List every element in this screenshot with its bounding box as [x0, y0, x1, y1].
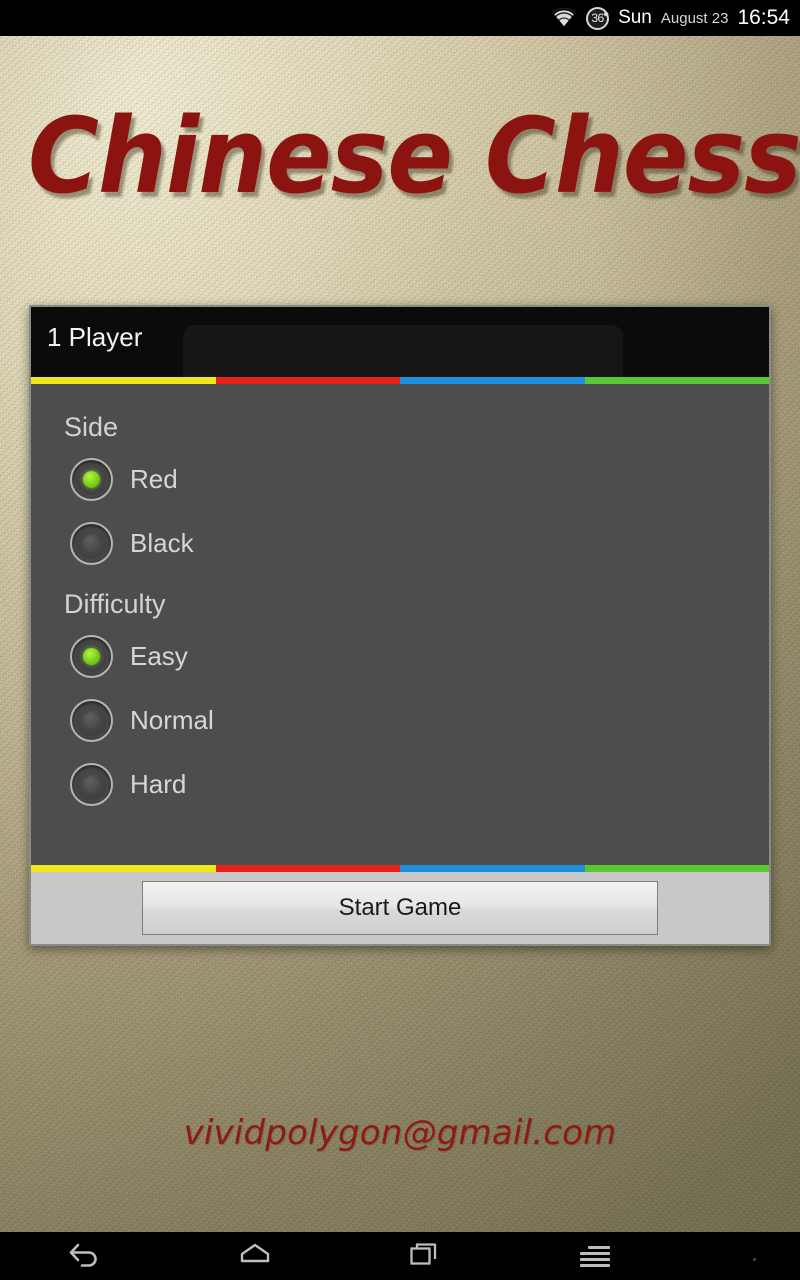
radio-dot [83, 470, 100, 488]
divider-segment-yellow [31, 865, 216, 872]
radio-row-easy[interactable]: Easy [31, 624, 769, 688]
divider-segment-blue [400, 377, 585, 384]
group-label-side: Side [64, 412, 119, 442]
menu-icon [580, 1245, 610, 1267]
one-player-dialog: 1 Player Side Red Black Difficulty Easy … [29, 305, 771, 946]
back-button[interactable] [0, 1232, 170, 1280]
radio-row-black[interactable]: Black [31, 511, 769, 575]
recents-icon [409, 1240, 441, 1273]
battery-icon: 36 [586, 6, 610, 30]
status-date: August 23 [660, 9, 729, 27]
status-day: Sun [618, 7, 652, 28]
battery-level: 36 [591, 11, 604, 25]
divider-segment-green [584, 377, 769, 384]
divider-segment-green [584, 865, 769, 872]
radio-label-red: Red [130, 463, 178, 494]
divider-top [31, 377, 769, 384]
divider-segment-yellow [31, 377, 216, 384]
radio-label-normal: Normal [130, 704, 214, 735]
radio-button-normal[interactable] [70, 698, 113, 742]
wifi-icon [551, 8, 577, 28]
radio-label-black: Black [130, 527, 194, 558]
nav-indicator-dot [753, 1258, 756, 1261]
dialog-header: 1 Player [31, 307, 769, 377]
radio-dot [83, 534, 100, 552]
radio-label-easy: Easy [130, 640, 188, 671]
start-game-button[interactable]: Start Game [142, 881, 658, 935]
menu-button[interactable] [510, 1232, 680, 1280]
divider-segment-red [215, 377, 400, 384]
status-bar: 36 Sun August 23 16:54 [0, 0, 800, 36]
radio-button-easy[interactable] [70, 634, 113, 678]
divider-segment-red [215, 865, 400, 872]
divider-bottom [31, 865, 769, 872]
back-arrow-icon [68, 1239, 102, 1274]
home-icon [238, 1241, 272, 1272]
dialog-footer: Start Game [31, 872, 769, 944]
android-navigation-bar [0, 1232, 800, 1280]
radio-row-hard[interactable]: Hard [31, 752, 769, 816]
radio-button-hard[interactable] [70, 762, 113, 806]
radio-button-red[interactable] [70, 457, 113, 501]
radio-row-red[interactable]: Red [31, 447, 769, 511]
android-screen: 36 Sun August 23 16:54 Chinese Chess 1 P… [0, 0, 800, 1280]
radio-row-normal[interactable]: Normal [31, 688, 769, 752]
dialog-title: 1 Player [47, 322, 143, 352]
recents-button[interactable] [340, 1232, 510, 1280]
radio-dot [83, 647, 100, 665]
status-bar-right: 36 Sun August 23 16:54 [551, 6, 790, 30]
home-button[interactable] [170, 1232, 340, 1280]
dialog-header-backdrop [183, 325, 623, 377]
dialog-body: Side Red Black Difficulty Easy Normal Ha… [31, 384, 769, 865]
radio-dot [83, 711, 100, 729]
status-clock: 16:54 [737, 6, 790, 29]
radio-dot [83, 775, 100, 793]
group-label-difficulty: Difficulty [64, 589, 166, 619]
game-title: Chinese Chess [28, 95, 800, 217]
developer-email: vividpolygon@gmail.com [183, 1113, 617, 1153]
radio-label-hard: Hard [130, 768, 187, 799]
divider-segment-blue [400, 865, 585, 872]
radio-button-black[interactable] [70, 521, 113, 565]
